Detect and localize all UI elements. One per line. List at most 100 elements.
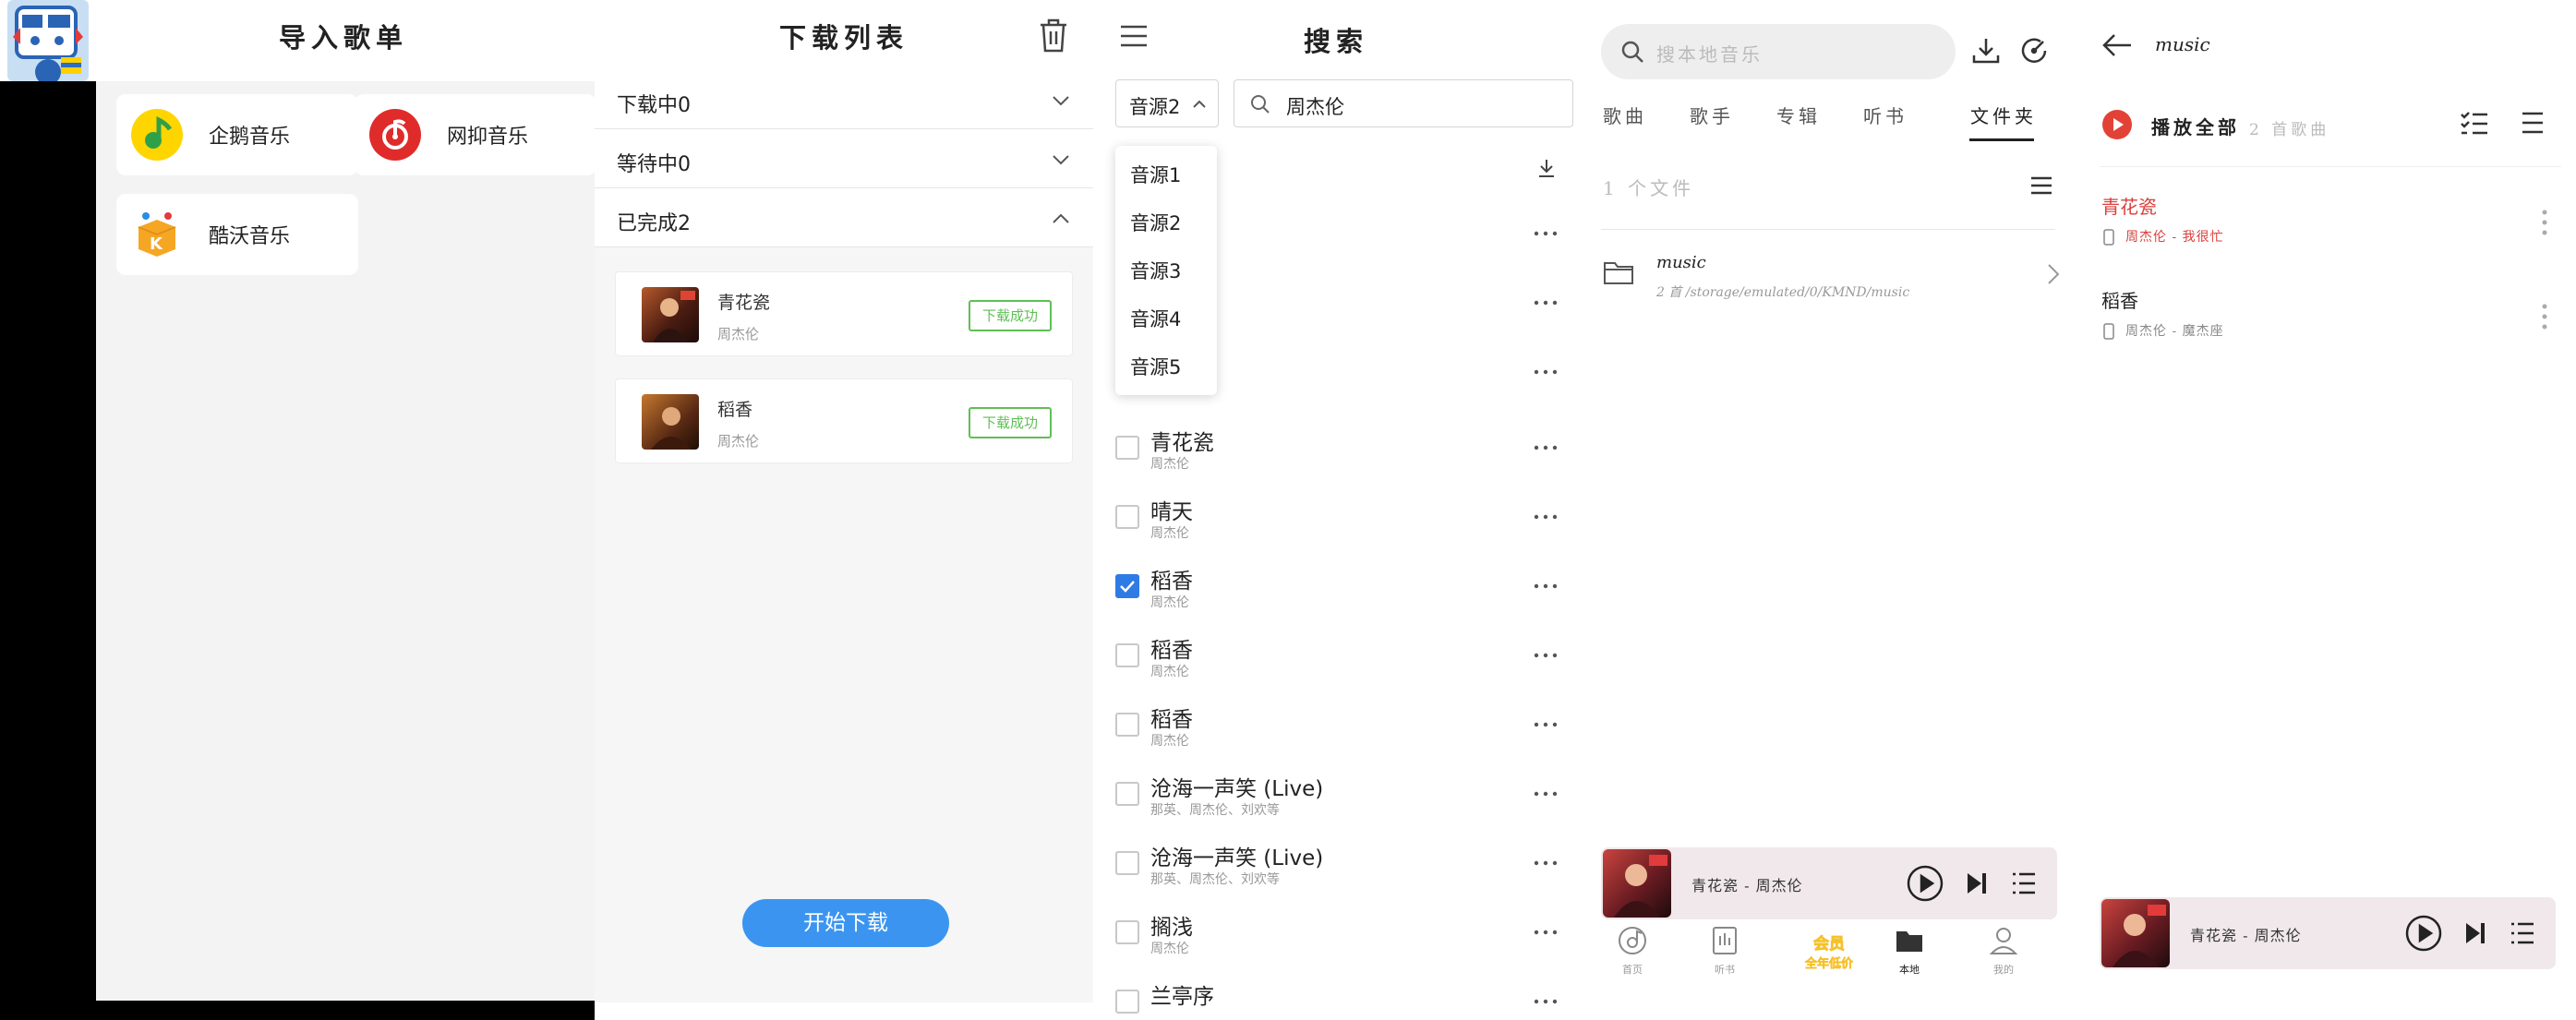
source-card-kuwo[interactable]: K 酷沃音乐 [116,194,358,275]
result-row[interactable]: 稻香 周杰伦 [1093,689,1579,758]
more-horizontal-icon[interactable] [1533,928,1559,937]
nav-profile[interactable]: 我的 [1976,925,2031,990]
download-icon[interactable] [1536,157,1557,179]
result-subtitle: 周杰伦 [1150,526,1189,541]
result-row[interactable]: 沧海一声笑 (Live) 那英、周杰伦、刘欢等 [1093,758,1579,827]
play-all-icon[interactable] [2101,109,2133,140]
multi-select-icon[interactable] [2460,111,2489,137]
mini-player[interactable]: 青花瓷 - 周杰伦 [2100,897,2556,969]
source-card-netease[interactable]: 网抑音乐 [355,94,595,175]
search-input[interactable]: 周杰伦 [1234,79,1573,127]
source-option[interactable]: 音源4 [1130,305,1181,332]
result-checkbox[interactable] [1115,851,1139,875]
play-all-button[interactable]: 播放全部 [2151,113,2240,139]
nav-audiobooks[interactable]: 听书 [1697,925,1752,990]
result-row[interactable]: 稻香 周杰伦 [1093,550,1579,619]
result-checkbox[interactable] [1115,990,1139,1014]
result-checkbox[interactable] [1115,436,1139,460]
download-icon[interactable] [1970,35,2002,66]
source-card-qq[interactable]: 企鹅音乐 [116,94,358,175]
tab-folders[interactable]: 文件夹 [1970,102,2037,128]
more-horizontal-icon[interactable] [1533,651,1559,660]
result-row[interactable]: 沧海一声笑 (Live) 那英、周杰伦、刘欢等 [1093,827,1579,896]
more-horizontal-icon[interactable] [1533,997,1559,1006]
more-horizontal-icon[interactable] [1533,367,1559,377]
play-icon[interactable] [1906,864,1944,903]
search-panel: 搜索 音源2 周杰伦 息 青花瓷周杰伦晴天周杰伦稻香周杰伦稻香周杰伦稻香周杰伦沧… [1093,0,1579,1020]
source-option[interactable]: 音源5 [1130,353,1181,380]
next-icon[interactable] [2462,919,2489,947]
search-placeholder: 搜本地音乐 [1656,43,1763,66]
more-horizontal-icon[interactable] [1533,229,1559,238]
folder-icon [1604,262,1633,284]
more-horizontal-icon[interactable] [1533,512,1559,522]
source-name: 网抑音乐 [447,126,529,149]
active-tab-indicator [1969,138,2034,141]
song-title: 青花瓷 [717,293,771,313]
result-row[interactable]: 兰亭序 [1093,966,1579,1020]
download-item[interactable]: 稻香 周杰伦 下载成功 [615,378,1073,463]
song-meta: 周杰伦 - 魔杰座 [2125,324,2224,339]
more-vertical-icon[interactable] [2541,209,2548,236]
more-horizontal-icon[interactable] [1533,298,1559,307]
song-row[interactable]: 青花瓷 周杰伦 - 我很忙 [2077,181,2576,264]
more-vertical-icon[interactable] [2541,303,2548,330]
tab-artists[interactable]: 歌手 [1690,102,1734,128]
checkmark-icon [1120,581,1135,593]
kuwo-music-icon: K [131,209,183,260]
next-icon[interactable] [1963,870,1991,897]
section-completed[interactable]: 已完成2 [595,188,1093,247]
trash-icon[interactable] [1038,17,1069,54]
song-row[interactable]: 稻香 周杰伦 - 魔杰座 [2077,275,2576,358]
result-row[interactable]: 青花瓷 周杰伦 [1093,412,1579,481]
start-download-button[interactable]: 开始下载 [742,899,949,947]
more-horizontal-icon[interactable] [1533,582,1559,591]
more-horizontal-icon[interactable] [1533,443,1559,452]
result-checkbox[interactable] [1115,505,1139,529]
playlist-icon[interactable] [2011,871,2037,895]
playlist-icon[interactable] [2510,921,2535,945]
file-count: 1 个文件 [1603,177,1695,199]
menu-icon[interactable] [2029,175,2053,196]
more-horizontal-icon[interactable] [1533,720,1559,729]
result-row[interactable]: 稻香 周杰伦 [1093,619,1579,689]
tab-audiobooks[interactable]: 听书 [1863,102,1908,128]
play-icon[interactable] [2404,914,2443,953]
result-checkbox[interactable] [1115,574,1139,598]
chevron-down-icon [1053,155,1069,165]
result-title: 稻香 [1150,570,1193,594]
chevron-up-icon [1053,213,1069,223]
tab-songs[interactable]: 歌曲 [1603,102,1647,128]
folder-path: 2 首 /storage/emulated/0/KMND/music [1656,285,1910,300]
result-row[interactable]: 晴天 周杰伦 [1093,481,1579,550]
local-search-input[interactable]: 搜本地音乐 [1601,24,1956,79]
more-horizontal-icon[interactable] [1533,789,1559,798]
tab-albums[interactable]: 专辑 [1776,102,1821,128]
vip-badge-icon[interactable]: 会员 全年低价 [1800,932,1858,973]
page-title: 导入歌单 [278,22,408,54]
result-checkbox[interactable] [1115,643,1139,667]
source-option[interactable]: 音源3 [1130,257,1181,284]
result-row[interactable]: 搁浅 周杰伦 [1093,896,1579,966]
source-option[interactable]: 音源2 [1130,209,1181,236]
menu-icon[interactable] [2521,111,2545,135]
more-horizontal-icon[interactable] [1533,858,1559,868]
download-list: 下载中0 等待中0 已完成2 青花瓷 周杰伦 下载成功 稻香 周杰伦 下载成功 [595,70,1093,1002]
nav-home[interactable]: 首页 [1605,925,1660,990]
song-count: 2 首歌曲 [2249,121,2330,139]
result-checkbox[interactable] [1115,713,1139,737]
nav-label: 首页 [1622,964,1643,976]
back-arrow-icon[interactable] [2101,31,2133,59]
book-icon [1713,927,1737,954]
section-waiting[interactable]: 等待中0 [595,129,1093,188]
nav-label: 本地 [1899,964,1920,976]
mini-player[interactable]: 青花瓷 - 周杰伦 [1601,847,2057,919]
download-item[interactable]: 青花瓷 周杰伦 下载成功 [615,271,1073,356]
source-select[interactable]: 音源2 [1115,79,1219,127]
scan-icon[interactable] [2018,35,2050,66]
section-downloading[interactable]: 下载中0 [595,70,1093,129]
source-option[interactable]: 音源1 [1130,161,1181,188]
result-checkbox[interactable] [1115,782,1139,806]
nav-local[interactable]: 本地 [1882,925,1937,990]
result-checkbox[interactable] [1115,920,1139,944]
